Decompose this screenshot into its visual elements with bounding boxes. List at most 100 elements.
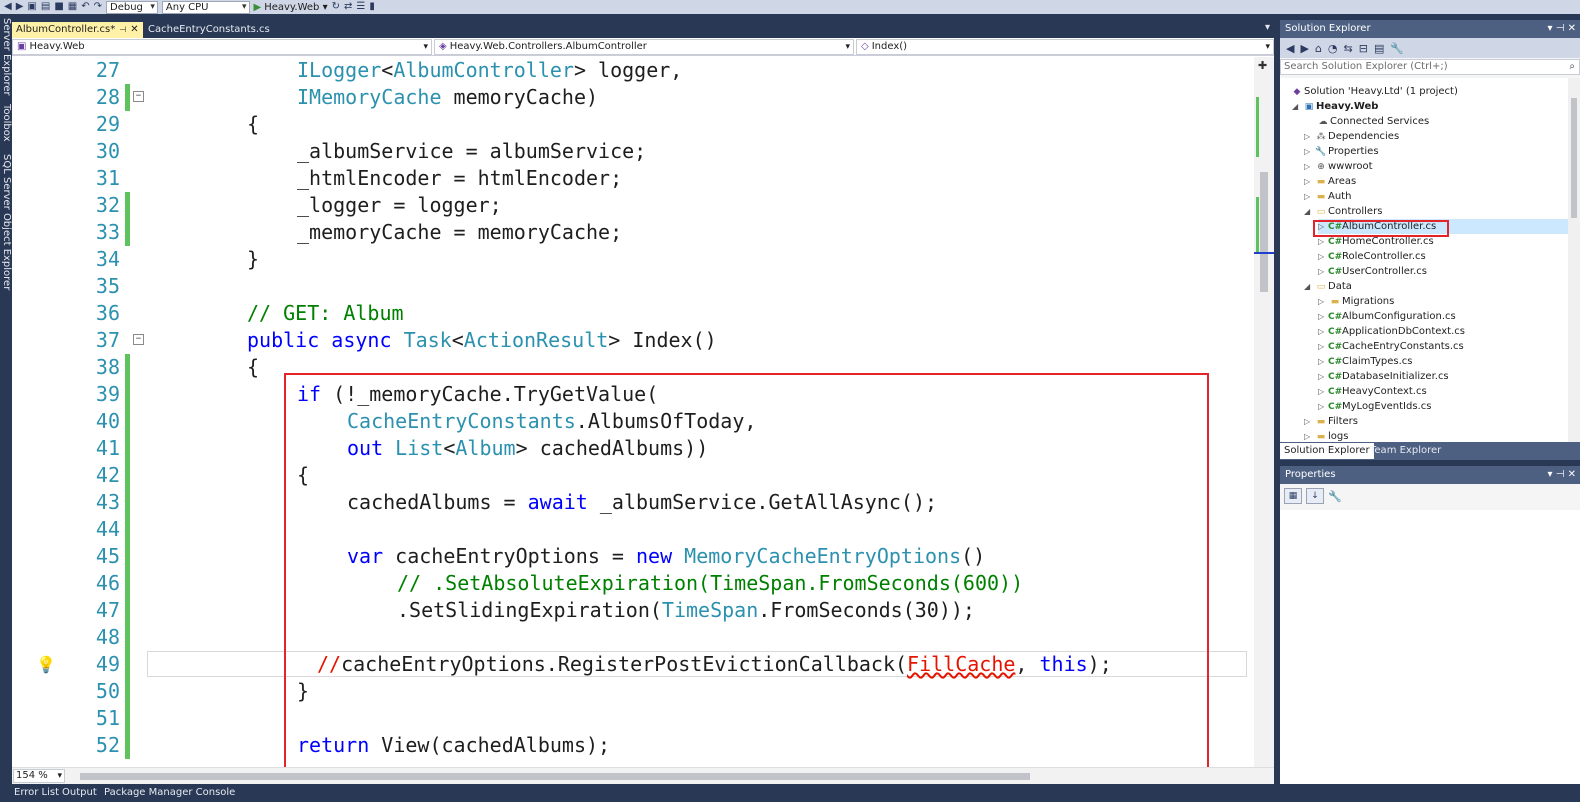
scroll-thumb[interactable] — [1571, 98, 1577, 218]
comment-icon[interactable]: ☰ — [356, 1, 365, 13]
sync-icon[interactable]: ⇆ — [1344, 42, 1353, 55]
bookmark-icon[interactable]: ▮ — [369, 1, 375, 13]
forward-icon[interactable]: ▶ — [1300, 42, 1308, 55]
tree-item-solution[interactable]: ◆ Solution 'Heavy.Ltd' (1 project) — [1290, 84, 1458, 99]
expanded-icon[interactable]: ◢ — [1292, 99, 1302, 114]
close-icon[interactable]: ✕ — [130, 24, 138, 35]
collapsed-icon[interactable]: ▷ — [1318, 399, 1328, 414]
tree-item-areas[interactable]: ▷ ▬ Areas — [1304, 174, 1356, 189]
platform-select[interactable]: Any CPU — [161, 0, 250, 14]
tree-item-user-controller[interactable]: ▷ C#UserController.cs — [1318, 264, 1427, 279]
tab-solution-explorer[interactable]: Solution Explorer — [1280, 443, 1374, 459]
expanded-icon[interactable]: ◢ — [1304, 279, 1314, 294]
zoom-select[interactable]: 154 % ▾ — [13, 769, 65, 783]
undo-icon[interactable]: ↶ — [81, 1, 89, 13]
tab-error-list[interactable]: Error List — [14, 786, 59, 800]
back-icon[interactable]: ◀ — [1286, 42, 1294, 55]
collapsed-icon[interactable]: ▷ — [1304, 129, 1314, 144]
tab-team-explorer[interactable]: Team Explorer — [1366, 443, 1445, 459]
tab-cache-entry-constants[interactable]: CacheEntryConstants.cs — [144, 22, 274, 38]
collapsed-icon[interactable]: ▷ — [1304, 414, 1314, 429]
tree-item-album-configuration[interactable]: ▷ C#AlbumConfiguration.cs — [1318, 309, 1456, 324]
class-dropdown[interactable]: ◈ Heavy.Web.Controllers.AlbumController ▾ — [434, 39, 854, 55]
save-all-icon[interactable]: ▦ — [68, 1, 77, 13]
collapsed-icon[interactable]: ▷ — [1318, 249, 1328, 264]
collapse-icon[interactable]: − — [133, 334, 144, 345]
alphabetical-icon[interactable]: ↓ — [1306, 488, 1324, 504]
collapsed-icon[interactable]: ▷ — [1318, 324, 1328, 339]
show-all-icon[interactable]: ▤ — [1374, 42, 1384, 55]
collapsed-icon[interactable]: ▷ — [1318, 219, 1328, 234]
tree-item-my-log-event-ids[interactable]: ▷ C#MyLogEventIds.cs — [1318, 399, 1431, 414]
tree-item-logs[interactable]: ▷ ▬ logs — [1304, 429, 1348, 442]
toolbox-tab[interactable]: Toolbox — [1, 104, 12, 142]
redo-icon[interactable]: ↷ — [94, 1, 102, 13]
tab-output[interactable]: Output — [62, 786, 97, 800]
config-select[interactable]: Debug — [106, 0, 158, 14]
tree-item-controllers[interactable]: ◢ ▭ Controllers — [1304, 204, 1382, 219]
forward-icon[interactable]: ▶ — [16, 1, 24, 13]
collapsed-icon[interactable]: ▷ — [1304, 159, 1314, 174]
collapsed-icon[interactable]: ▷ — [1318, 354, 1328, 369]
sql-object-explorer-tab[interactable]: SQL Server Object Explorer — [1, 154, 12, 290]
horizontal-scroll-thumb[interactable] — [80, 773, 1030, 780]
collapsed-icon[interactable]: ▷ — [1304, 144, 1314, 159]
save-icon[interactable]: ■ — [54, 1, 63, 13]
expanded-icon[interactable]: ◢ — [1304, 204, 1314, 219]
tree-item-cache-entry-constants[interactable]: ▷ C#CacheEntryConstants.cs — [1318, 339, 1464, 354]
tree-item-project[interactable]: ◢ ▣ Heavy.Web — [1292, 99, 1378, 114]
tree-item-application-db-context[interactable]: ▷ C#ApplicationDbContext.cs — [1318, 324, 1465, 339]
tab-package-manager-console[interactable]: Package Manager Console — [104, 786, 235, 800]
tree-item-heavy-context[interactable]: ▷ C#HeavyContext.cs — [1318, 384, 1427, 399]
run-button[interactable]: ▶ Heavy.Web ▾ — [254, 2, 328, 13]
settings-icon[interactable]: 🔧 — [1390, 42, 1404, 55]
lightbulb-icon[interactable]: 💡 — [36, 655, 56, 674]
tree-item-role-controller[interactable]: ▷ C#RoleController.cs — [1318, 249, 1426, 264]
back-icon[interactable]: ◀ — [4, 1, 12, 13]
solution-tree-scrollbar[interactable] — [1568, 78, 1580, 442]
collapse-all-icon[interactable]: ⊟ — [1359, 42, 1368, 55]
tree-item-database-initializer[interactable]: ▷ C#DatabaseInitializer.cs — [1318, 369, 1449, 384]
vertical-scrollbar[interactable]: ✚ — [1254, 57, 1274, 767]
member-dropdown[interactable]: ◇ Index() ▾ — [856, 39, 1274, 55]
categorized-icon[interactable]: ▦ — [1284, 488, 1302, 504]
property-pages-icon[interactable]: 🔧 — [1328, 490, 1342, 503]
collapsed-icon[interactable]: ▷ — [1318, 234, 1328, 249]
refresh-icon[interactable]: ↻ — [332, 1, 340, 13]
collapsed-icon[interactable]: ▷ — [1318, 369, 1328, 384]
collapse-icon[interactable]: − — [133, 91, 144, 102]
tree-item-home-controller[interactable]: ▷ C#HomeController.cs — [1318, 234, 1434, 249]
collapsed-icon[interactable]: ▷ — [1318, 309, 1328, 324]
collapsed-icon[interactable]: ▷ — [1318, 384, 1328, 399]
panel-controls[interactable]: ▾ ⊣ ✕ — [1548, 466, 1576, 484]
home-icon[interactable]: ⌂ — [1315, 42, 1322, 55]
history-icon[interactable]: ◔ — [1328, 42, 1338, 55]
tab-album-controller[interactable]: AlbumController.cs* ⊣ ✕ — [12, 22, 143, 38]
collapsed-icon[interactable]: ▷ — [1318, 264, 1328, 279]
collapsed-icon[interactable]: ▷ — [1318, 294, 1328, 309]
code-area[interactable]: 27 ILogger<AlbumController> logger, 28 −… — [12, 57, 1254, 767]
server-explorer-tab[interactable]: Server Explorer — [1, 18, 12, 96]
tree-item-auth[interactable]: ▷ ▬ Auth — [1304, 189, 1351, 204]
open-file-icon[interactable]: ▤ — [41, 1, 50, 13]
tree-item-filters[interactable]: ▷ ▬ Filters — [1304, 414, 1358, 429]
collapsed-icon[interactable]: ▷ — [1304, 174, 1314, 189]
tree-item-claim-types[interactable]: ▷ C#ClaimTypes.cs — [1318, 354, 1412, 369]
tree-item-album-controller[interactable]: ▷ C#AlbumController.cs — [1318, 219, 1568, 234]
pin-icon[interactable]: ⊣ — [119, 25, 126, 34]
browser-link-icon[interactable]: ⇄ — [344, 1, 352, 13]
tree-item-connected-services[interactable]: ☁ Connected Services — [1316, 114, 1430, 129]
project-dropdown[interactable]: ▣ Heavy.Web ▾ — [12, 39, 432, 55]
tree-item-data[interactable]: ◢ ▭ Data — [1304, 279, 1352, 294]
scroll-thumb[interactable] — [1260, 172, 1268, 292]
split-icon[interactable]: ✚ — [1258, 59, 1267, 72]
collapsed-icon[interactable]: ▷ — [1304, 189, 1314, 204]
search-icon[interactable]: ⌕ — [1569, 60, 1575, 74]
tree-item-dependencies[interactable]: ▷ ⁂ Dependencies — [1304, 129, 1399, 144]
tree-item-properties[interactable]: ▷ 🔧Properties — [1304, 144, 1379, 159]
tab-overflow-icon[interactable]: ▾ — [1265, 22, 1270, 33]
tree-item-wwwroot[interactable]: ▷ ⊕ wwwroot — [1304, 159, 1373, 174]
tree-item-migrations[interactable]: ▷ ▬ Migrations — [1318, 294, 1394, 309]
collapsed-icon[interactable]: ▷ — [1304, 429, 1314, 442]
solution-search-input[interactable]: Search Solution Explorer (Ctrl+;) ⌕ — [1280, 59, 1580, 75]
